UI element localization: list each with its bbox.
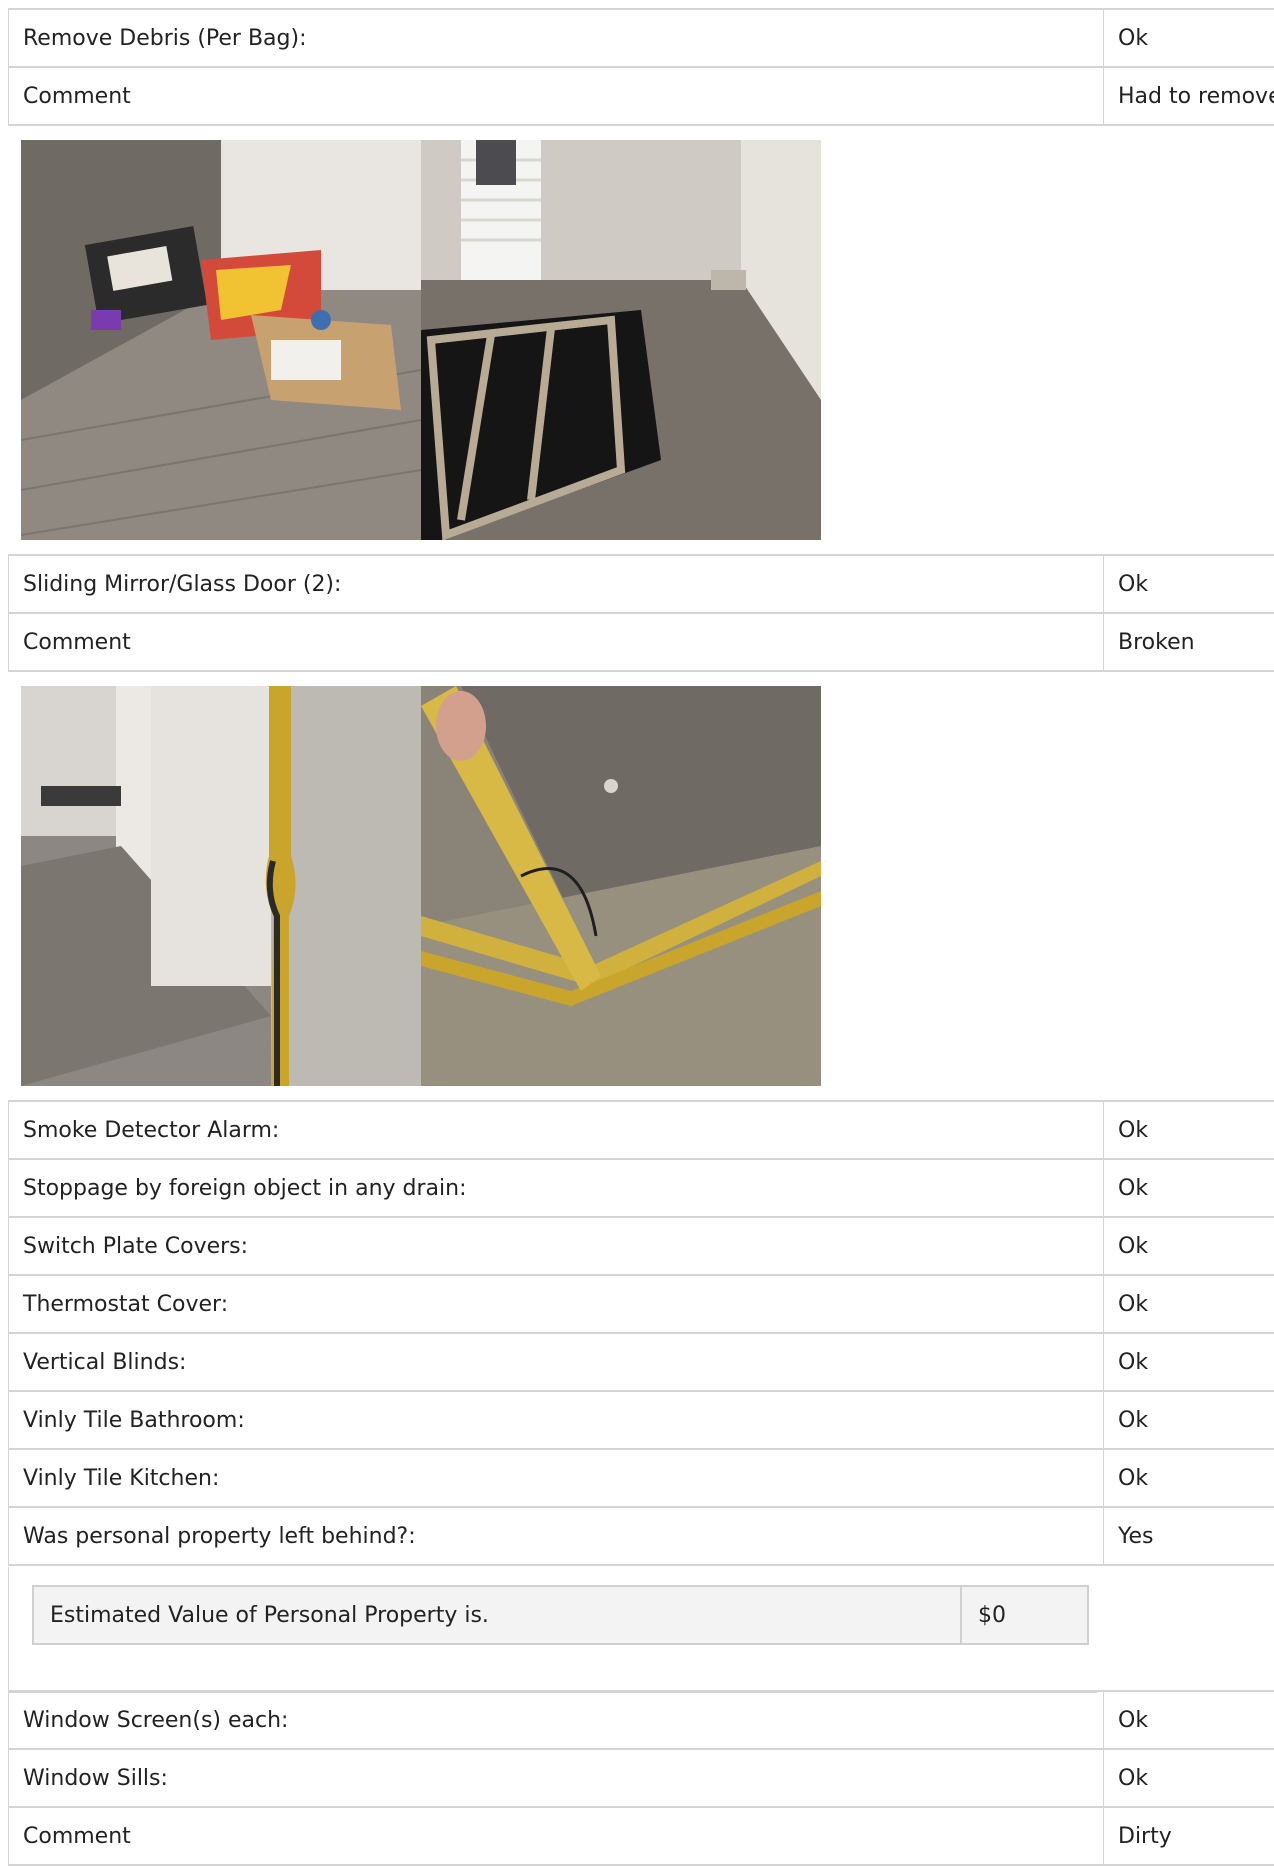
table-row: Smoke Detector Alarm: Ok — [9, 1101, 1274, 1159]
table-row: Remove Debris (Per Bag): Ok — [9, 9, 1274, 67]
inspection-table-general: Smoke Detector Alarm: Ok Stoppage by for… — [8, 1100, 1274, 1566]
table-row: Sliding Mirror/Glass Door (2): Ok — [9, 555, 1274, 613]
row-value: Ok — [1104, 1101, 1274, 1159]
inspection-table-windows: Window Screen(s) each: Ok Window Sills: … — [8, 1690, 1274, 1866]
inspection-table-mirror-door: Sliding Mirror/Glass Door (2): Ok Commen… — [8, 554, 1274, 672]
table-row: Stoppage by foreign object in any drain:… — [9, 1159, 1274, 1217]
row-value: Ok — [1104, 1159, 1274, 1217]
table-row: Thermostat Cover: Ok — [9, 1275, 1274, 1333]
row-value: Ok — [1104, 1749, 1274, 1807]
debris-photo[interactable] — [21, 140, 421, 540]
row-label: Switch Plate Covers: — [9, 1217, 1104, 1275]
row-value: Ok — [1104, 1449, 1274, 1507]
row-label: Was personal property left behind?: — [9, 1507, 1104, 1565]
table-row: Vinly Tile Bathroom: Ok — [9, 1391, 1274, 1449]
table-row: Estimated Value of Personal Property is.… — [33, 1586, 1088, 1644]
row-value: Ok — [1104, 9, 1274, 67]
row-value: Ok — [1104, 1275, 1274, 1333]
table-row: Window Screen(s) each: Ok — [9, 1691, 1274, 1749]
row-label: Vinly Tile Kitchen: — [9, 1449, 1104, 1507]
row-label: Vertical Blinds: — [9, 1333, 1104, 1391]
row-value: Yes — [1104, 1507, 1274, 1565]
bedroom-photo[interactable] — [421, 140, 821, 540]
row-value: Dirty — [1104, 1807, 1274, 1865]
row-value: Ok — [1104, 555, 1274, 613]
row-label: Remove Debris (Per Bag): — [9, 9, 1104, 67]
row-label: Sliding Mirror/Glass Door (2): — [9, 555, 1104, 613]
inspection-table-debris: Remove Debris (Per Bag): Ok Comment Had … — [8, 8, 1274, 126]
row-value: Ok — [1104, 1691, 1274, 1749]
row-label: Stoppage by foreign object in any drain: — [9, 1159, 1104, 1217]
mirror-track-photo[interactable] — [421, 686, 821, 1086]
table-row: Comment Broken — [9, 613, 1274, 671]
row-label: Window Screen(s) each: — [9, 1691, 1104, 1749]
table-row: Window Sills: Ok — [9, 1749, 1274, 1807]
door-frame-photo[interactable] — [21, 686, 421, 1086]
table-row: Was personal property left behind?: Yes — [9, 1507, 1274, 1565]
row-value: Broken — [1104, 613, 1274, 671]
row-label: Smoke Detector Alarm: — [9, 1101, 1104, 1159]
row-label: Thermostat Cover: — [9, 1275, 1104, 1333]
row-value: Ok — [1104, 1333, 1274, 1391]
table-row: Switch Plate Covers: Ok — [9, 1217, 1274, 1275]
personal-property-value: $0 — [961, 1586, 1088, 1644]
row-label: Comment — [9, 613, 1104, 671]
row-value: Ok — [1104, 1391, 1274, 1449]
table-row: Comment Had to remove — [9, 67, 1274, 125]
row-label: Comment — [9, 67, 1104, 125]
personal-property-label: Estimated Value of Personal Property is. — [33, 1586, 961, 1644]
personal-property-section: Estimated Value of Personal Property is.… — [8, 1567, 1097, 1693]
row-label: Window Sills: — [9, 1749, 1104, 1807]
row-value: Had to remove — [1104, 67, 1274, 125]
photo-gallery-mirror-door — [21, 686, 821, 1086]
row-label: Comment — [9, 1807, 1104, 1865]
personal-property-table: Estimated Value of Personal Property is.… — [32, 1585, 1089, 1645]
table-row: Comment Dirty — [9, 1807, 1274, 1865]
row-value: Ok — [1104, 1217, 1274, 1275]
table-row: Vertical Blinds: Ok — [9, 1333, 1274, 1391]
table-row: Vinly Tile Kitchen: Ok — [9, 1449, 1274, 1507]
row-label: Vinly Tile Bathroom: — [9, 1391, 1104, 1449]
photo-gallery-debris — [21, 140, 821, 540]
